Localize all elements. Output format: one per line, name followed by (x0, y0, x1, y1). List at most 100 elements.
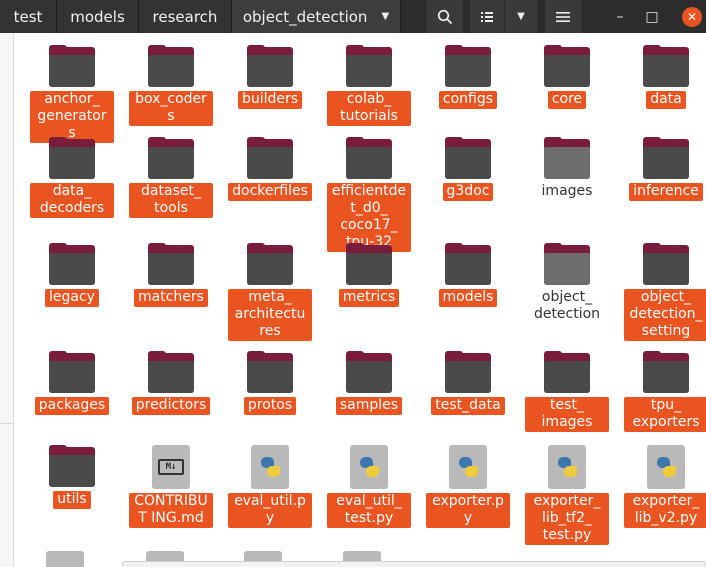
item-label: exporter.py (426, 493, 510, 528)
sidebar (0, 33, 14, 567)
item-label: meta_ architectures (228, 289, 312, 341)
folder-item[interactable]: predictors (121, 351, 221, 415)
item-label: predictors (131, 397, 211, 415)
item-label: tpu_ exporters (624, 397, 706, 432)
main-menu-button[interactable] (545, 0, 581, 33)
folder-icon (346, 351, 392, 393)
item-label: object_ detection (533, 289, 601, 322)
python-file-icon (449, 445, 487, 489)
folder-item[interactable]: protos (220, 351, 320, 415)
hamburger-menu-icon (556, 11, 570, 22)
folder-icon (544, 137, 590, 179)
folder-item[interactable]: data_ decoders (22, 137, 122, 218)
breadcrumb-models[interactable]: models (57, 0, 139, 33)
file-item[interactable]: eval_util.py (220, 445, 320, 528)
file-item[interactable]: exporter_ lib_v2.py (616, 445, 706, 528)
item-label: exporter_ lib_v2.py (624, 493, 706, 528)
folder-item[interactable]: utils (22, 445, 122, 509)
folder-item[interactable]: g3doc (418, 137, 518, 201)
folder-icon (148, 351, 194, 393)
folder-item[interactable]: matchers (121, 243, 221, 307)
folder-icon (247, 45, 293, 87)
minimize-button[interactable]: – (605, 0, 635, 33)
view-options-button[interactable]: ▼ (505, 0, 537, 33)
folder-item[interactable]: meta_ architectures (220, 243, 320, 341)
maximize-icon: □ (645, 8, 659, 25)
markdown-file-icon: M↓ (152, 445, 190, 489)
folder-icon (445, 351, 491, 393)
folder-icon (148, 45, 194, 87)
item-label: configs (438, 91, 498, 109)
item-label: g3doc (442, 183, 494, 201)
item-label: exporter_ lib_tf2_ test.py (525, 493, 609, 545)
folder-item[interactable]: box_coders (121, 45, 221, 126)
breadcrumb-label: research (152, 7, 218, 26)
item-label: models (438, 289, 498, 307)
item-label: efficientdet_d0_ coco17_ tpu-32 (327, 183, 411, 252)
folder-item[interactable]: configs (418, 45, 518, 109)
folder-item[interactable]: builders (220, 45, 320, 109)
folder-item[interactable]: tpu_ exporters (616, 351, 706, 432)
folder-item[interactable]: images (517, 137, 617, 201)
folder-item[interactable]: object_ detection (517, 243, 617, 324)
file-item[interactable]: eval_util_ test.py (319, 445, 419, 528)
item-label: box_coders (129, 91, 213, 126)
close-button[interactable]: ✕ (677, 0, 706, 33)
breadcrumb-label: test (13, 7, 43, 26)
item-label: test_data (431, 397, 505, 415)
folder-icon (247, 243, 293, 285)
item-label: dataset_ tools (129, 183, 213, 218)
folder-item[interactable]: inference (616, 137, 706, 201)
folder-item[interactable]: core (517, 45, 617, 109)
breadcrumb-test[interactable]: test (0, 0, 57, 33)
maximize-button[interactable]: □ (637, 0, 667, 33)
file-item[interactable]: exporter.py (418, 445, 518, 528)
folder-icon (445, 45, 491, 87)
folder-item[interactable]: data (616, 45, 706, 109)
folder-item[interactable]: test_data (418, 351, 518, 415)
item-label: metrics (338, 289, 400, 307)
folder-icon (49, 351, 95, 393)
folder-icon (49, 137, 95, 179)
folder-item[interactable]: colab_ tutorials (319, 45, 419, 126)
folder-item[interactable]: test_ images (517, 351, 617, 432)
folder-icon (643, 351, 689, 393)
folder-item[interactable]: efficientdet_d0_ coco17_ tpu-32 (319, 137, 419, 252)
file-item[interactable]: exporter_ lib_tf2_ test.py (517, 445, 617, 545)
folder-icon (49, 45, 95, 87)
folder-item[interactable]: samples (319, 351, 419, 415)
search-icon (437, 9, 453, 24)
folder-item[interactable]: dataset_ tools (121, 137, 221, 218)
minimize-icon: – (616, 8, 624, 25)
folder-item[interactable]: models (418, 243, 518, 307)
breadcrumb-label: models (70, 7, 125, 26)
folder-icon (247, 351, 293, 393)
file-icon[interactable] (46, 551, 84, 567)
item-label: inference (629, 183, 703, 201)
folder-item[interactable]: legacy (22, 243, 122, 307)
folder-item[interactable]: dockerfiles (220, 137, 320, 201)
python-file-icon (548, 445, 586, 489)
folder-icon (247, 137, 293, 179)
chevron-down-icon: ▼ (517, 11, 525, 22)
python-file-icon (251, 445, 289, 489)
file-item[interactable]: M↓ CONTRIBUT ING.md (121, 445, 221, 528)
item-label: protos (243, 397, 297, 415)
search-button[interactable] (427, 0, 463, 33)
breadcrumb-object-detection[interactable]: object_detection ▼ (232, 0, 401, 33)
status-bar (122, 561, 706, 567)
breadcrumb-research[interactable]: research (139, 0, 232, 33)
folder-icon (544, 351, 590, 393)
folder-icon (148, 243, 194, 285)
folder-item[interactable]: object_ detection_ setting (616, 243, 706, 341)
folder-item[interactable]: metrics (319, 243, 419, 307)
folder-item[interactable]: anchor_ generators (22, 45, 122, 143)
chevron-down-icon[interactable]: ▼ (381, 11, 389, 22)
file-grid: anchor_ generators box_coders builders cola… (14, 33, 706, 567)
folder-icon (49, 243, 95, 285)
folder-icon (346, 45, 392, 87)
close-icon: ✕ (682, 6, 702, 27)
folder-item[interactable]: packages (22, 351, 122, 415)
item-label: utils (53, 491, 91, 509)
view-toggle-button[interactable] (470, 0, 504, 33)
